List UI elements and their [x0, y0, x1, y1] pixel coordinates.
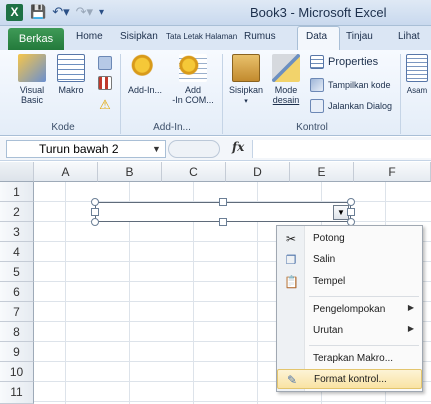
menu-item-order[interactable]: Urutan ▶	[277, 321, 422, 341]
formula-buttons	[168, 140, 220, 158]
chevron-right-icon: ▶	[407, 324, 414, 333]
scissors-icon: ✂	[285, 232, 297, 246]
properties-icon	[310, 55, 324, 69]
chevron-down-icon: ▾	[244, 98, 248, 105]
toolbox-icon	[232, 54, 260, 82]
context-menu: ✂ Potong ❐ Salin 📋 Tempel Pengelompokan …	[276, 225, 423, 392]
format-control-icon: ✎	[286, 373, 298, 387]
visual-basic-icon	[18, 54, 46, 82]
formula-bar: Turun bawah 2 ▼ fx	[0, 137, 431, 161]
row-header[interactable]: 1	[0, 182, 34, 202]
gears-icon	[131, 54, 159, 82]
group-separator	[222, 54, 223, 134]
row-header[interactable]: 3	[0, 222, 34, 242]
xml-source-icon	[406, 54, 428, 82]
view-code-icon	[310, 78, 324, 92]
menu-item-copy[interactable]: ❐ Salin	[277, 250, 422, 270]
column-header[interactable]: F	[354, 162, 431, 182]
copy-icon: ❐	[285, 253, 297, 267]
chevron-right-icon: ▶	[407, 303, 414, 312]
group-label-kontrol: Kontrol	[296, 122, 328, 133]
row-header[interactable]: 7	[0, 302, 34, 322]
menu-item-assign-macro[interactable]: Terapkan Makro...	[277, 349, 422, 369]
group-separator	[120, 54, 121, 134]
group-label-addin: Add-In...	[153, 122, 191, 133]
com-addins-button[interactable]: Add -In COM...	[168, 54, 218, 105]
visual-basic-button[interactable]: Visual Basic	[12, 54, 52, 105]
row-header[interactable]: 10	[0, 362, 34, 382]
column-header[interactable]: E	[290, 162, 354, 182]
paste-icon: 📋	[284, 275, 299, 289]
record-macro-icon[interactable]	[98, 56, 112, 70]
redo-icon[interactable]: ↷▾	[76, 4, 93, 20]
row-header[interactable]: 4	[0, 242, 34, 262]
menu-item-format-control[interactable]: ✎ Format kontrol...	[277, 369, 422, 389]
column-header[interactable]: B	[98, 162, 162, 182]
window-title: Book3 - Microsoft Excel	[250, 5, 387, 20]
row-header[interactable]: 9	[0, 342, 34, 362]
design-mode-icon	[272, 54, 300, 82]
tab-tata-letak[interactable]: Tata Letak Halaman	[166, 32, 237, 41]
ribbon: Visual Basic Makro ⚠ Kode Add-In... Add …	[0, 50, 431, 136]
row-header[interactable]: 8	[0, 322, 34, 342]
row-header[interactable]: 6	[0, 282, 34, 302]
resize-handle[interactable]	[219, 198, 227, 206]
macro-button[interactable]: Makro	[54, 54, 88, 95]
menu-separator	[309, 345, 419, 346]
run-dialog-icon	[310, 99, 324, 113]
tab-tinjau[interactable]: Tinjau	[346, 31, 373, 42]
excel-app-icon[interactable]: X	[6, 4, 23, 21]
row-header[interactable]: 5	[0, 262, 34, 282]
tab-home[interactable]: Home	[76, 31, 103, 42]
insert-function-icon[interactable]: fx	[232, 140, 244, 154]
quick-access-toolbar: 💾 ↶▾ ↷▾ ▾	[30, 4, 104, 20]
macro-security-icon[interactable]: ⚠	[98, 98, 112, 112]
select-all-corner[interactable]	[0, 162, 34, 182]
tab-rumus[interactable]: Rumus	[244, 31, 276, 42]
source-button[interactable]: Asam	[403, 54, 431, 96]
row-header[interactable]: 2	[0, 202, 34, 222]
relative-reference-icon[interactable]	[98, 76, 112, 90]
resize-handle[interactable]	[91, 198, 99, 206]
group-label-kode: Kode	[51, 122, 75, 133]
com-addins-icon	[179, 54, 207, 82]
menu-item-grouping[interactable]: Pengelompokan ▶	[277, 300, 422, 320]
resize-handle[interactable]	[91, 218, 99, 226]
column-header[interactable]: D	[226, 162, 290, 182]
resize-handle[interactable]	[347, 208, 355, 216]
row-header[interactable]: 11	[0, 382, 34, 404]
tab-data[interactable]: Data	[306, 31, 327, 42]
addins-button[interactable]: Add-In...	[124, 54, 166, 95]
chevron-down-icon[interactable]: ▼	[152, 140, 161, 158]
insert-control-button[interactable]: Sisipkan ▾	[226, 54, 266, 107]
column-header[interactable]: A	[34, 162, 98, 182]
resize-handle[interactable]	[219, 218, 227, 226]
menu-item-cut[interactable]: ✂ Potong	[277, 229, 422, 249]
design-mode-button[interactable]: Mode desain	[268, 54, 304, 105]
tab-sisipkan[interactable]: Sisipkan	[120, 31, 158, 42]
properties-button[interactable]: Properties	[310, 55, 378, 69]
undo-icon[interactable]: ↶▾	[52, 4, 69, 20]
ribbon-tabs: Berkas Home Sisipkan Tata Letak Halaman …	[0, 26, 431, 50]
column-header[interactable]: C	[162, 162, 226, 182]
resize-handle[interactable]	[347, 198, 355, 206]
name-box[interactable]: Turun bawah 2	[6, 140, 166, 158]
title-bar: X 💾 ↶▾ ↷▾ ▾ Book3 - Microsoft Excel	[0, 0, 431, 26]
view-code-button[interactable]: Tampilkan kode	[310, 78, 391, 92]
formula-input[interactable]	[252, 140, 431, 158]
run-dialog-button[interactable]: Jalankan Dialog	[310, 99, 392, 113]
menu-item-paste[interactable]: 📋 Tempel	[277, 272, 422, 292]
macro-icon	[57, 54, 85, 82]
group-separator	[400, 54, 401, 134]
resize-handle[interactable]	[91, 208, 99, 216]
customize-qat-icon[interactable]: ▾	[99, 7, 104, 18]
menu-separator	[309, 296, 419, 297]
tab-lihat[interactable]: Lihat	[398, 31, 420, 42]
tab-file[interactable]: Berkas	[8, 28, 64, 50]
save-icon[interactable]: 💾	[30, 4, 46, 20]
